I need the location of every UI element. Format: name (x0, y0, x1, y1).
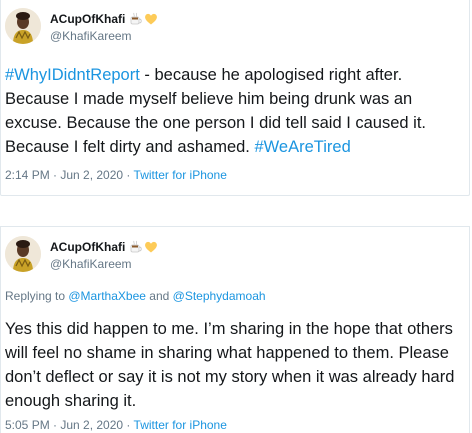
yellow-heart-emoji (145, 13, 158, 25)
name-emoji-group (129, 12, 158, 26)
tweet-card[interactable]: ACupOfKhafi @KhafiKareem #WhyIDidntRepor… (0, 0, 470, 196)
name-emoji-group (129, 240, 158, 254)
card-gap (0, 196, 472, 226)
avatar-image (5, 236, 41, 272)
replying-to: Replying to @MarthaXbee and @Stephydamoa… (5, 289, 266, 303)
replying-to-prefix: Replying to (5, 289, 69, 303)
display-name[interactable]: ACupOfKhafi (50, 240, 125, 254)
tweet-text: Yes this did happen to me. I’m sharing i… (5, 320, 455, 410)
replying-to-conjunction: and (145, 289, 173, 303)
avatar-image (5, 8, 41, 44)
mention-link[interactable]: @Stephydamoah (173, 289, 266, 303)
avatar[interactable] (5, 8, 41, 44)
source-link[interactable]: Twitter for iPhone (134, 168, 227, 182)
avatar[interactable] (5, 236, 41, 272)
display-name[interactable]: ACupOfKhafi (50, 12, 125, 26)
timestamp-link[interactable]: 2:14 PM · Jun 2, 2020 (5, 168, 123, 182)
coffee-emoji (130, 240, 143, 253)
yellow-heart-emoji (145, 241, 158, 253)
mention-link[interactable]: @MarthaXbee (68, 289, 146, 303)
timestamp-link[interactable]: 5:05 PM · Jun 2, 2020 (5, 418, 123, 432)
source-link[interactable]: Twitter for iPhone (134, 418, 227, 432)
hashtag-link[interactable]: #WeAreTired (254, 138, 350, 156)
tweet-meta: 2:14 PM · Jun 2, 2020 · Twitter for iPho… (5, 168, 227, 182)
user-handle[interactable]: @KhafiKareem (50, 29, 132, 43)
tweet-text: #WhyIDidntReport - because he apologised… (5, 63, 467, 159)
tweet-meta: 5:05 PM · Jun 2, 2020 · Twitter for iPho… (5, 418, 227, 432)
tweet-card[interactable]: ACupOfKhafi @KhafiKareem Replying to @Ma… (0, 226, 470, 433)
hashtag-link[interactable]: #WhyIDidntReport (5, 66, 140, 84)
user-handle[interactable]: @KhafiKareem (50, 257, 132, 271)
meta-separator: · (123, 418, 134, 432)
meta-separator: · (123, 168, 134, 182)
coffee-emoji (130, 12, 143, 25)
